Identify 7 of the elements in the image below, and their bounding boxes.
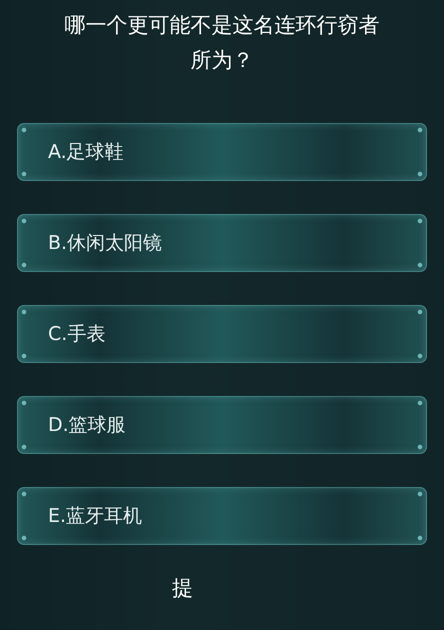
- answer-option[interactable]: B.休闲太阳镜: [17, 214, 427, 272]
- question-title: 哪一个更可能不是这名连环行窃者 所为？: [64, 12, 380, 74]
- answer-option[interactable]: A.足球鞋: [17, 123, 427, 181]
- answer-option[interactable]: E.蓝牙耳机: [17, 487, 427, 545]
- submit-button[interactable]: 提: [172, 575, 193, 601]
- answer-option[interactable]: C.手表: [17, 305, 427, 363]
- answer-option[interactable]: D.篮球服: [17, 396, 427, 454]
